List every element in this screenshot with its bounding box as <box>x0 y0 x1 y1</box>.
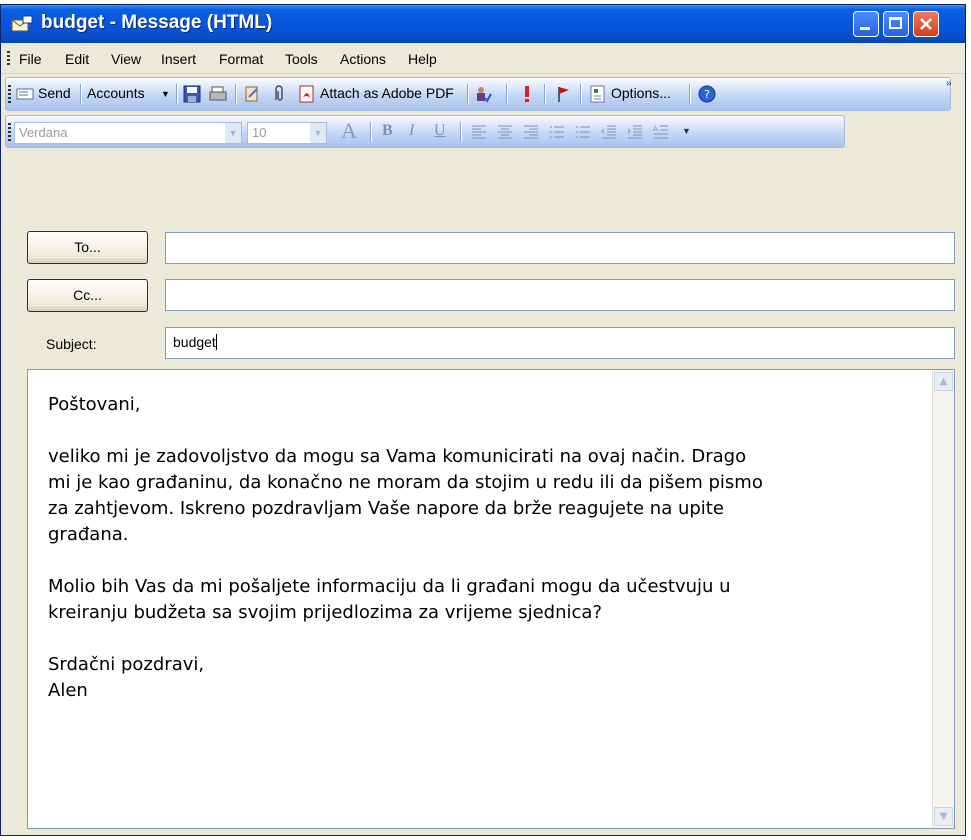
address-book-icon[interactable] <box>243 85 261 103</box>
scroll-down-icon[interactable]: ▼ <box>934 807 953 826</box>
menu-view[interactable]: View <box>111 51 141 67</box>
align-left-icon[interactable] <box>470 123 488 141</box>
svg-text:?: ? <box>704 88 710 101</box>
menu-edit[interactable]: Edit <box>65 51 89 67</box>
menu-help[interactable]: Help <box>408 51 437 67</box>
follow-up-flag-icon[interactable] <box>554 85 572 103</box>
menu-file[interactable]: File <box>19 51 42 67</box>
envelope-icon <box>11 15 33 32</box>
scroll-up-icon[interactable]: ▲ <box>934 372 953 391</box>
body-paragraph: Poštovani, <box>48 394 141 415</box>
menu-tools[interactable]: Tools <box>285 51 318 67</box>
check-names-icon[interactable] <box>474 85 492 103</box>
help-icon[interactable]: ? <box>698 85 716 103</box>
chevron-down-icon: ▼ <box>161 89 170 99</box>
accounts-button[interactable]: Accounts <box>87 85 145 101</box>
close-button[interactable] <box>913 11 939 37</box>
toolbar-separator <box>506 84 508 104</box>
svg-text:A: A <box>653 125 658 133</box>
toolbar-separator <box>544 84 546 104</box>
attach-as-pdf-button[interactable]: Attach as Adobe PDF <box>320 85 454 101</box>
message-body-editor[interactable]: Poštovani, veliko mi je zadovoljstvo da … <box>27 369 955 829</box>
window-title: budget - Message (HTML) <box>41 12 273 33</box>
menu-bar: File Edit View Insert Format Tools Actio… <box>1 43 965 74</box>
send-icon <box>16 88 34 100</box>
increase-indent-icon[interactable] <box>626 123 644 141</box>
bold-icon[interactable]: B <box>382 122 393 140</box>
style-icon[interactable]: A <box>652 123 670 141</box>
vertical-scrollbar[interactable]: ▲ ▼ <box>932 370 954 828</box>
toolbar-separator <box>370 122 372 142</box>
italic-icon[interactable]: I <box>409 122 414 140</box>
toolbar-separator <box>580 84 582 104</box>
menu-format[interactable]: Format <box>219 51 263 67</box>
cc-field[interactable] <box>165 279 955 311</box>
send-button[interactable]: Send <box>38 85 71 101</box>
maximize-button[interactable] <box>883 11 909 37</box>
toolbar-overflow-icon[interactable]: » <box>946 78 952 89</box>
bullets-icon[interactable] <box>548 123 566 141</box>
chevron-down-icon: ▼ <box>225 123 241 143</box>
font-name-dropdown[interactable]: Verdana ▼ <box>14 122 242 144</box>
chevron-down-icon: ▼ <box>310 123 326 143</box>
toolbar-separator <box>235 84 237 104</box>
body-paragraph: Molio bih Vas da mi pošaljete informacij… <box>48 576 731 623</box>
subject-value: budget <box>173 334 216 350</box>
toolbar-grip[interactable] <box>8 123 11 141</box>
message-window: budget - Message (HTML) File Edit View I… <box>0 4 966 836</box>
menu-grip[interactable] <box>7 51 10 67</box>
body-paragraph: Srdačni pozdravi, Alen <box>48 654 205 701</box>
maximize-icon <box>889 17 902 29</box>
save-icon[interactable] <box>183 85 201 103</box>
formatting-toolbar: Verdana ▼ 10 ▼ A B I U A ▼ <box>5 115 845 148</box>
minimize-icon <box>860 27 870 30</box>
standard-toolbar: Send Accounts ▼ Attach as Adobe PDF Opti… <box>5 77 952 111</box>
toolbar-separator <box>467 84 469 104</box>
menu-insert[interactable]: Insert <box>161 51 196 67</box>
underline-icon[interactable]: U <box>434 122 446 140</box>
text-cursor <box>215 334 217 350</box>
align-right-icon[interactable] <box>522 123 540 141</box>
toolbar-separator <box>689 84 691 104</box>
cc-button[interactable]: Cc... <box>27 279 148 312</box>
importance-high-icon[interactable] <box>518 85 536 103</box>
toolbar-options-icon[interactable]: ▼ <box>682 126 691 136</box>
font-size-value: 10 <box>252 125 267 140</box>
options-button[interactable]: Options... <box>611 85 671 101</box>
message-body-text[interactable]: Poštovani, veliko mi je zadovoljstvo da … <box>48 392 918 730</box>
close-icon <box>920 18 932 30</box>
toolbar-separator <box>460 122 462 142</box>
title-bar[interactable]: budget - Message (HTML) <box>1 5 965 43</box>
numbering-icon[interactable] <box>574 123 592 141</box>
minimize-button[interactable] <box>853 11 879 37</box>
adobe-pdf-icon <box>299 85 314 103</box>
print-icon[interactable] <box>209 85 227 103</box>
toolbar-separator <box>80 84 82 104</box>
subject-field[interactable]: budget <box>165 327 955 359</box>
subject-label: Subject: <box>46 336 97 352</box>
options-icon <box>590 85 605 103</box>
font-name-value: Verdana <box>19 125 68 140</box>
to-field[interactable] <box>165 232 955 264</box>
menu-actions[interactable]: Actions <box>340 51 386 67</box>
font-size-dropdown[interactable]: 10 ▼ <box>247 122 327 144</box>
toolbar-separator <box>176 84 178 104</box>
align-center-icon[interactable] <box>496 123 514 141</box>
paperclip-icon[interactable] <box>269 85 287 103</box>
font-color-icon[interactable]: A <box>341 118 357 144</box>
decrease-indent-icon[interactable] <box>600 123 618 141</box>
body-paragraph: veliko mi je zadovoljstvo da mogu sa Vam… <box>48 446 763 545</box>
to-button[interactable]: To... <box>27 231 148 264</box>
screen-right-edge <box>966 0 971 840</box>
toolbar-grip[interactable] <box>8 85 11 103</box>
